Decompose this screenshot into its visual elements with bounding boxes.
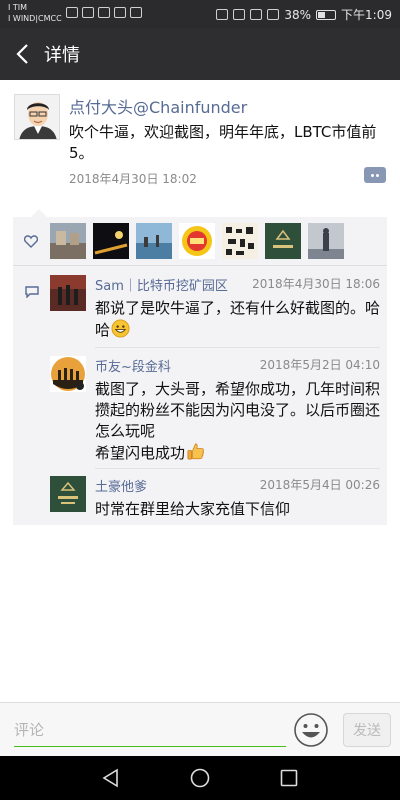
wechat-icon xyxy=(82,7,94,18)
like-avatar-2[interactable] xyxy=(93,223,129,259)
like-avatar-4[interactable] xyxy=(179,223,215,259)
comment-input-bar: 发送 xyxy=(0,702,400,756)
like-avatar-1[interactable] xyxy=(50,223,86,259)
emoji-picker-icon[interactable] xyxy=(293,712,329,748)
like-avatar-7[interactable] xyxy=(308,223,344,259)
title-bar: 详情 xyxy=(0,28,400,80)
back-arrow-icon[interactable] xyxy=(0,28,44,80)
post-text: 吹个牛逼，欢迎截图，明年年底，LBTC市值前5。 xyxy=(69,123,377,162)
divider xyxy=(95,347,380,348)
battery-percent: 38% xyxy=(284,7,312,22)
like-avatar-5[interactable] xyxy=(222,223,258,259)
comment-input[interactable] xyxy=(14,713,286,747)
wifi-icon xyxy=(250,9,263,20)
battery-icon xyxy=(316,9,337,20)
comment-item[interactable]: 币友~段金科 2018年5月2日 04:10 截图了，大头哥，希望你成功，几年时… xyxy=(50,356,380,466)
commenter-avatar[interactable] xyxy=(50,476,86,512)
commenter-name[interactable]: Sam｜比特币挖矿园区 xyxy=(95,275,228,294)
interaction-panel: Sam｜比特币挖矿园区 2018年4月30日 18:06 都说了是吹牛逼了，还有… xyxy=(13,209,387,525)
nav-recents-icon[interactable] xyxy=(278,767,300,789)
comment-item[interactable]: Sam｜比特币挖矿园区 2018年4月30日 18:06 都说了是吹牛逼了，还有… xyxy=(50,275,380,345)
comment-text: 时常在群里给大家充值下信仰 xyxy=(95,500,291,518)
nav-home-icon[interactable] xyxy=(189,767,211,789)
commenter-name[interactable]: 土豪他爹 xyxy=(95,476,147,495)
send-button[interactable]: 发送 xyxy=(343,713,391,747)
eye-icon xyxy=(233,9,246,20)
divider xyxy=(95,468,380,469)
thumbs-up-emoji-icon xyxy=(187,443,204,460)
photo-icon xyxy=(98,7,110,18)
commenter-name[interactable]: 币友~段金科 xyxy=(95,356,171,375)
more-options-button[interactable] xyxy=(364,167,386,183)
notification-icons xyxy=(66,7,142,18)
heart-icon xyxy=(24,235,38,248)
page-title: 详情 xyxy=(44,45,80,66)
message-icon xyxy=(114,7,126,18)
post-timestamp: 2018年4月30日 18:02 xyxy=(69,172,197,186)
comment-item[interactable]: 土豪他爹 2018年5月4日 00:26 时常在群里给大家充值下信仰 xyxy=(50,476,380,520)
author-name[interactable]: 点付大头@Chainfunder xyxy=(69,94,247,118)
grin-emoji-icon xyxy=(111,319,130,338)
vibrate-icon xyxy=(216,9,229,20)
comment-timestamp: 2018年4月30日 18:06 xyxy=(252,277,380,291)
signal-icon xyxy=(267,9,280,20)
clock: 下午1:09 xyxy=(341,8,392,22)
like-avatar-3[interactable] xyxy=(136,223,172,259)
navigation-bar xyxy=(0,756,400,800)
comment-text: 截图了，大头哥，希望你成功，几年时间积攒起的粉丝不能因为闪电没了。以后币圈还怎么… xyxy=(95,380,381,462)
author-avatar[interactable] xyxy=(14,94,60,140)
nav-back-icon[interactable] xyxy=(100,767,122,789)
carrier-info: I TIM I WIND|CMCC xyxy=(8,3,62,23)
status-bar: I TIM I WIND|CMCC 38% 下午1:09 xyxy=(0,0,400,28)
comment-icon xyxy=(25,286,39,298)
app-notification-icon xyxy=(66,7,78,18)
comment-timestamp: 2018年5月2日 04:10 xyxy=(259,358,380,372)
divider xyxy=(13,265,387,266)
dot-icon xyxy=(371,173,374,177)
likes-list xyxy=(50,223,344,259)
settings-icon xyxy=(130,7,142,18)
dot-icon xyxy=(376,173,379,177)
comment-timestamp: 2018年5月4日 00:26 xyxy=(259,478,380,492)
comment-text: 都说了是吹牛逼了，还有什么好截图的。哈哈 xyxy=(95,299,381,339)
commenter-avatar[interactable] xyxy=(50,356,86,392)
like-avatar-6[interactable] xyxy=(265,223,301,259)
commenter-avatar[interactable] xyxy=(50,275,86,311)
